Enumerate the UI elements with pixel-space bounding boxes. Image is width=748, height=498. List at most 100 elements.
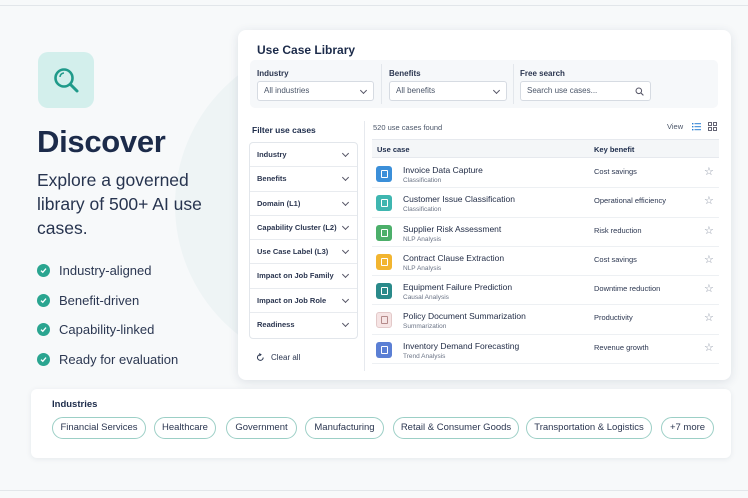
filter-item[interactable]: Domain (L1) [250, 192, 357, 216]
star-icon[interactable]: ☆ [704, 196, 714, 207]
industry-chip[interactable]: Retail & Consumer Goods [393, 417, 519, 439]
column-header-use-case: Use case [377, 145, 410, 154]
star-icon[interactable]: ☆ [704, 284, 714, 295]
table-row[interactable]: Equipment Failure Prediction Causal Analy… [372, 276, 719, 306]
use-case-icon [376, 312, 392, 329]
use-case-name[interactable]: Supplier Risk Assessment [403, 224, 501, 234]
chevron-down-icon [341, 149, 350, 158]
check-icon [37, 264, 50, 278]
use-case-table: Invoice Data Capture Classification Cost s… [372, 159, 719, 365]
industry-chip[interactable]: Government [226, 417, 297, 439]
benefit-label: Industry-aligned [59, 263, 152, 279]
filter-item[interactable]: Use Case Label (L3) [250, 240, 357, 265]
chevron-down-icon [341, 222, 350, 230]
star-icon[interactable]: ☆ [704, 342, 714, 354]
industry-label: Industry [257, 69, 289, 78]
use-case-category: Classification [403, 206, 442, 214]
clear-all-button[interactable]: Clear all [256, 353, 300, 362]
use-case-category: NLP Analysis [403, 235, 442, 243]
benefits-select-value: All benefits [396, 86, 436, 95]
table-row[interactable]: Policy Document Summarization Summarizati… [372, 305, 719, 335]
use-case-name[interactable]: Policy Document Summarization [403, 311, 526, 321]
check-icon [37, 323, 50, 337]
star-icon[interactable]: ☆ [704, 167, 714, 178]
search-filter: Free search Search use cases... [513, 60, 658, 108]
benefits-select[interactable]: All benefits [389, 81, 507, 101]
chevron-down-icon [341, 320, 350, 328]
chevron-down-icon [492, 86, 501, 95]
key-benefit: Downtime reduction [594, 284, 661, 294]
filter-list: Industry Benefits Domain (L1) Capability Cl… [249, 142, 358, 339]
industry-select[interactable]: All industries [257, 81, 374, 101]
use-case-icon [376, 224, 392, 241]
benefits-label: Benefits [389, 69, 421, 78]
search-placeholder: Search use cases... [527, 86, 598, 95]
industry-chip[interactable]: Healthcare [154, 417, 216, 439]
use-case-category: Trend Analysis [403, 352, 446, 360]
grid-view-icon[interactable] [708, 122, 717, 131]
benefit-item: Ready for evaluation [37, 345, 178, 375]
use-case-icon [376, 253, 392, 270]
table-row[interactable]: Invoice Data Capture Classification Cost s… [372, 159, 719, 189]
panel-divider [364, 121, 365, 371]
industries-title: Industries [52, 399, 98, 410]
hero-title: Discover [37, 124, 166, 159]
key-benefit: Cost savings [594, 167, 637, 176]
search-icon [38, 52, 94, 108]
reset-icon [257, 353, 264, 361]
key-benefit: Productivity [594, 313, 633, 323]
key-benefit: Revenue growth [594, 342, 649, 352]
filter-item-label: Benefits [257, 174, 287, 184]
filter-item-label: Use Case Label (L3) [257, 247, 329, 257]
clear-all-label: Clear all [271, 353, 301, 362]
table-row[interactable]: Inventory Demand Forecasting Trend Analys… [372, 335, 719, 365]
industry-chip[interactable]: Transportation & Logistics [526, 417, 652, 439]
benefit-item: Capability-linked [37, 315, 178, 345]
industry-chip[interactable]: Manufacturing [305, 417, 384, 439]
table-row[interactable]: Supplier Risk Assessment NLP Analysis Risk… [372, 218, 719, 247]
industry-select-value: All industries [264, 86, 310, 95]
filter-item-label: Industry [257, 150, 287, 159]
check-icon [37, 352, 50, 366]
use-case-icon [376, 283, 392, 300]
list-view-icon[interactable] [692, 122, 701, 131]
filter-item[interactable]: Benefits [250, 167, 357, 192]
table-row[interactable]: Contract Clause Extraction NLP Analysis Co… [372, 247, 719, 277]
industries-card: Industries Financial Services Healthcare G… [31, 389, 731, 458]
benefit-label: Benefit-driven [59, 292, 140, 308]
star-icon[interactable]: ☆ [704, 313, 714, 324]
filter-item[interactable]: Impact on Job Role [250, 289, 357, 314]
use-case-name[interactable]: Inventory Demand Forecasting [403, 341, 519, 351]
star-icon[interactable]: ☆ [704, 254, 714, 266]
benefit-label: Capability-linked [59, 322, 155, 338]
table-header: Use case Key benefit [372, 139, 719, 158]
chevron-down-icon [341, 295, 350, 303]
use-case-library-panel: Use Case Library Industry All industries… [238, 30, 731, 380]
use-case-name[interactable]: Invoice Data Capture [403, 165, 483, 175]
use-case-name[interactable]: Equipment Failure Prediction [403, 282, 512, 292]
filter-item[interactable]: Readiness [250, 313, 357, 337]
use-case-icon [376, 341, 392, 358]
industry-chip[interactable]: Financial Services [52, 417, 146, 439]
filter-item[interactable]: Capability Cluster (L2) [250, 216, 357, 241]
more-industries-chip[interactable]: +7 more [661, 417, 714, 439]
results-count: 520 use cases found [373, 123, 443, 132]
filter-item[interactable]: Industry [250, 143, 357, 168]
benefit-item: Industry-aligned [37, 256, 178, 286]
star-icon[interactable]: ☆ [704, 225, 714, 237]
use-case-category: Causal Analysis [403, 294, 449, 302]
key-benefit: Operational efficiency [594, 196, 666, 206]
view-label: View [667, 122, 684, 131]
use-case-category: NLP Analysis [403, 264, 442, 272]
filter-item[interactable]: Impact on Job Family [250, 264, 357, 289]
benefit-list: Industry-aligned Benefit-driven Capability… [37, 256, 178, 374]
use-case-name[interactable]: Contract Clause Extraction [403, 253, 504, 263]
key-benefit: Risk reduction [594, 225, 642, 235]
check-icon [37, 293, 50, 307]
hero-subtitle: Explore a governed library of 500+ AI us… [37, 170, 202, 238]
search-icon [635, 87, 644, 96]
use-case-name[interactable]: Customer Issue Classification [403, 194, 515, 204]
bottom-divider [0, 490, 748, 491]
table-row[interactable]: Customer Issue Classification Classificat… [372, 188, 719, 218]
search-input[interactable]: Search use cases... [520, 81, 651, 101]
